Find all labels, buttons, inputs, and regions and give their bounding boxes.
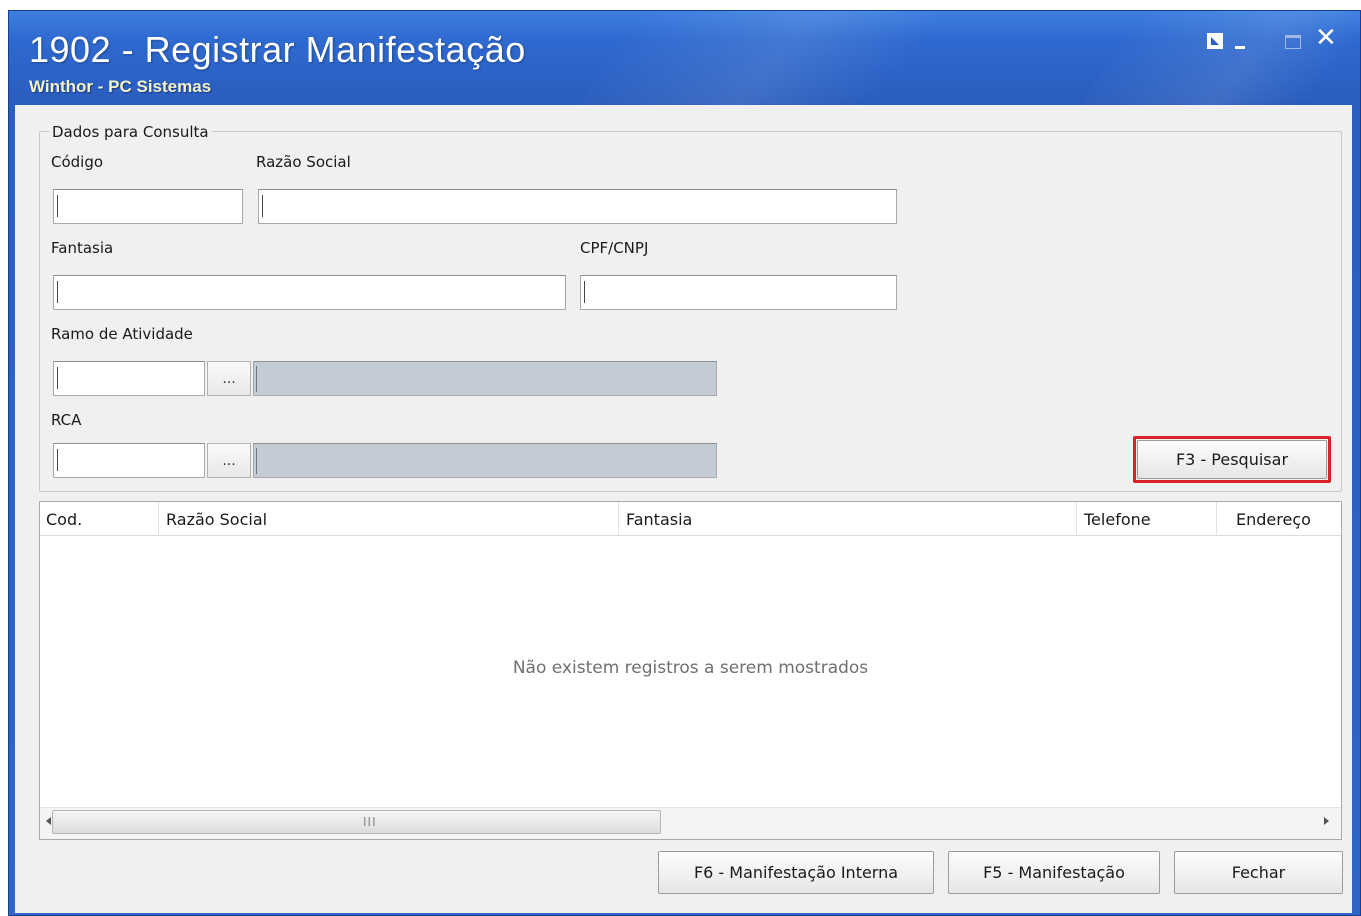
codigo-input[interactable] xyxy=(53,189,243,224)
scroll-right-icon[interactable] xyxy=(1324,817,1329,825)
column-separator xyxy=(158,502,159,536)
column-separator xyxy=(1076,502,1077,536)
minimize-icon[interactable] xyxy=(1235,33,1245,49)
manifestacao-interna-button[interactable]: F6 - Manifestação Interna xyxy=(658,851,934,894)
razao-social-label: Razão Social xyxy=(256,153,351,171)
maximize-icon[interactable] xyxy=(1285,35,1301,49)
results-grid: Cod. Razão Social Fantasia Telefone Ende… xyxy=(39,501,1342,840)
manifestacao-button[interactable]: F5 - Manifestação xyxy=(948,851,1160,894)
column-header-fantasia[interactable]: Fantasia xyxy=(626,510,692,529)
horizontal-scrollbar[interactable]: III xyxy=(40,807,1341,839)
rca-description xyxy=(253,443,717,478)
codigo-label: Código xyxy=(51,153,104,171)
scrollbar-grip-icon: III xyxy=(363,815,377,829)
window-subtitle: Winthor - PC Sistemas xyxy=(29,77,212,96)
client-area: Dados para Consulta Código Razão Social … xyxy=(15,105,1352,913)
ramo-atividade-description xyxy=(253,361,717,396)
pesquisar-button[interactable]: F3 - Pesquisar xyxy=(1137,440,1327,479)
close-icon[interactable]: ✕ xyxy=(1315,25,1337,51)
empty-grid-message: Não existem registros a serem mostrados xyxy=(512,658,869,678)
grid-header: Cod. Razão Social Fantasia Telefone Ende… xyxy=(40,502,1341,536)
column-header-telefone[interactable]: Telefone xyxy=(1084,510,1151,529)
column-header-razao-social[interactable]: Razão Social xyxy=(166,510,267,529)
scroll-left-icon[interactable] xyxy=(46,817,51,825)
cpf-cnpj-label: CPF/CNPJ xyxy=(580,239,649,257)
column-header-cod[interactable]: Cod. xyxy=(46,510,82,529)
restore-icon[interactable] xyxy=(1207,33,1223,49)
app-window: 1902 - Registrar Manifestação Winthor - … xyxy=(8,10,1361,916)
column-separator xyxy=(1216,502,1217,536)
ramo-atividade-label: Ramo de Atividade xyxy=(51,325,193,343)
fantasia-label: Fantasia xyxy=(51,239,114,257)
title-bar[interactable]: 1902 - Registrar Manifestação Winthor - … xyxy=(9,11,1360,131)
query-groupbox-legend: Dados para Consulta xyxy=(49,123,212,141)
scrollbar-thumb[interactable]: III xyxy=(52,810,661,834)
fantasia-input[interactable] xyxy=(53,275,566,310)
ramo-atividade-code-input[interactable] xyxy=(53,361,205,396)
ramo-atividade-lookup-button[interactable]: ... xyxy=(207,361,251,396)
column-header-endereco[interactable]: Endereço xyxy=(1236,510,1311,529)
fechar-button[interactable]: Fechar xyxy=(1174,851,1343,894)
rca-label: RCA xyxy=(51,411,82,429)
rca-lookup-button[interactable]: ... xyxy=(207,443,251,478)
razao-social-input[interactable] xyxy=(258,189,897,224)
column-separator xyxy=(618,502,619,536)
rca-code-input[interactable] xyxy=(53,443,205,478)
window-title: 1902 - Registrar Manifestação xyxy=(29,29,526,70)
cpf-cnpj-input[interactable] xyxy=(580,275,897,310)
